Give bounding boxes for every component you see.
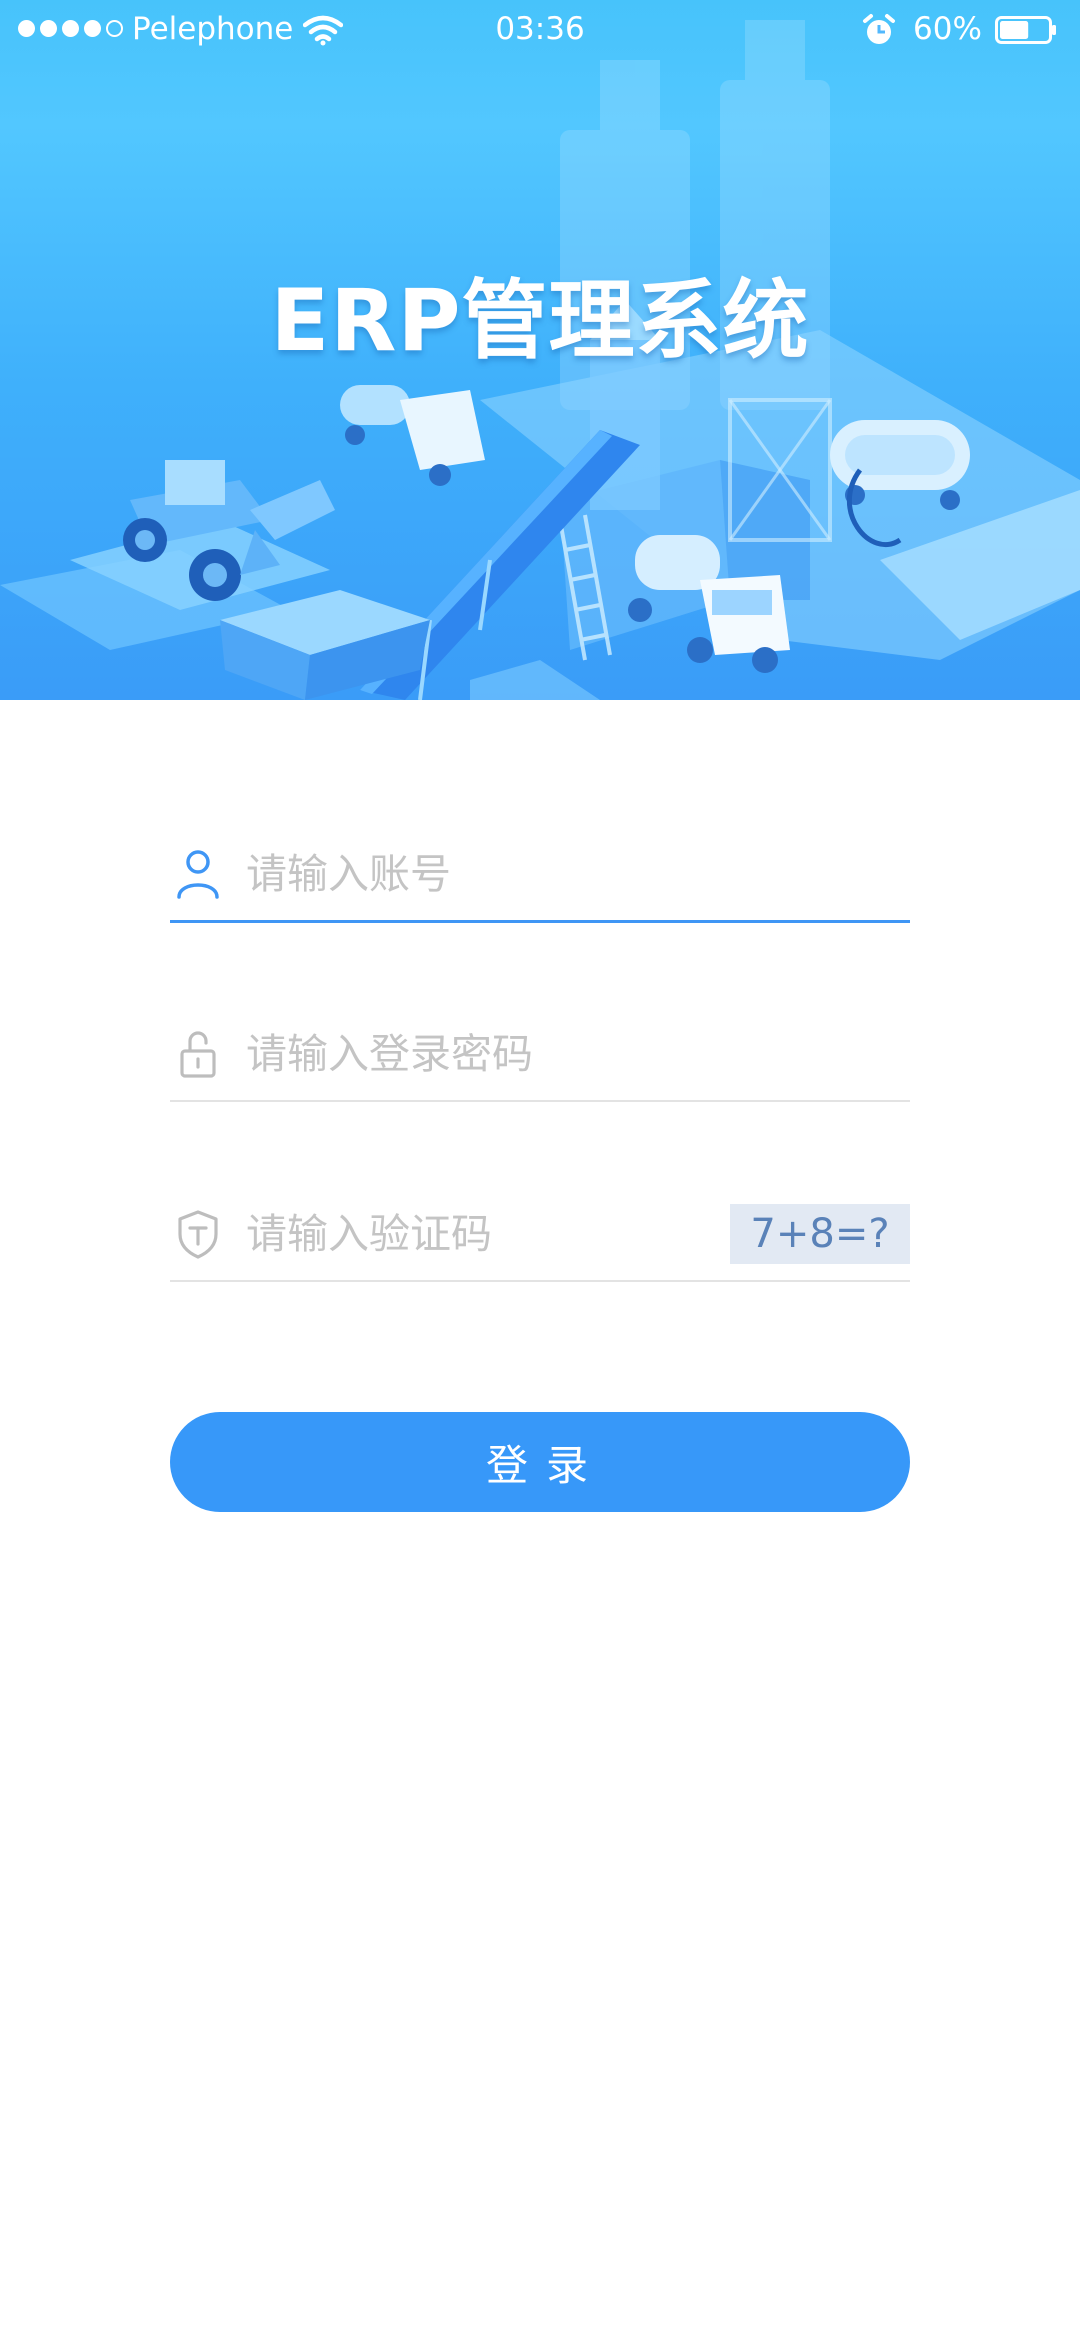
app-title: ERP管理系统 [270,271,810,371]
password-input[interactable] [246,1024,806,1084]
battery-percent: 60% [913,11,982,47]
hero-banner: Pelephone 03:36 60% ERP管理系统 [0,0,1080,700]
account-field [170,830,910,923]
lock-icon [180,1031,216,1078]
captcha-field: 7+8=? [170,1190,910,1282]
account-input[interactable] [246,844,806,904]
status-bar: Pelephone 03:36 60% [0,0,1080,60]
alarm-clock-icon [863,14,895,44]
user-icon [177,850,219,899]
battery-icon [995,16,1056,44]
captcha-code[interactable]: 7+8=? [730,1204,910,1264]
captcha-input[interactable] [246,1204,626,1264]
shield-icon [178,1210,218,1259]
password-field [170,1010,910,1102]
login-button[interactable]: 登录 [170,1412,910,1512]
login-screen: Pelephone 03:36 60% ERP管理系统 请输入账号 请输入验证码… [0,0,1080,2340]
